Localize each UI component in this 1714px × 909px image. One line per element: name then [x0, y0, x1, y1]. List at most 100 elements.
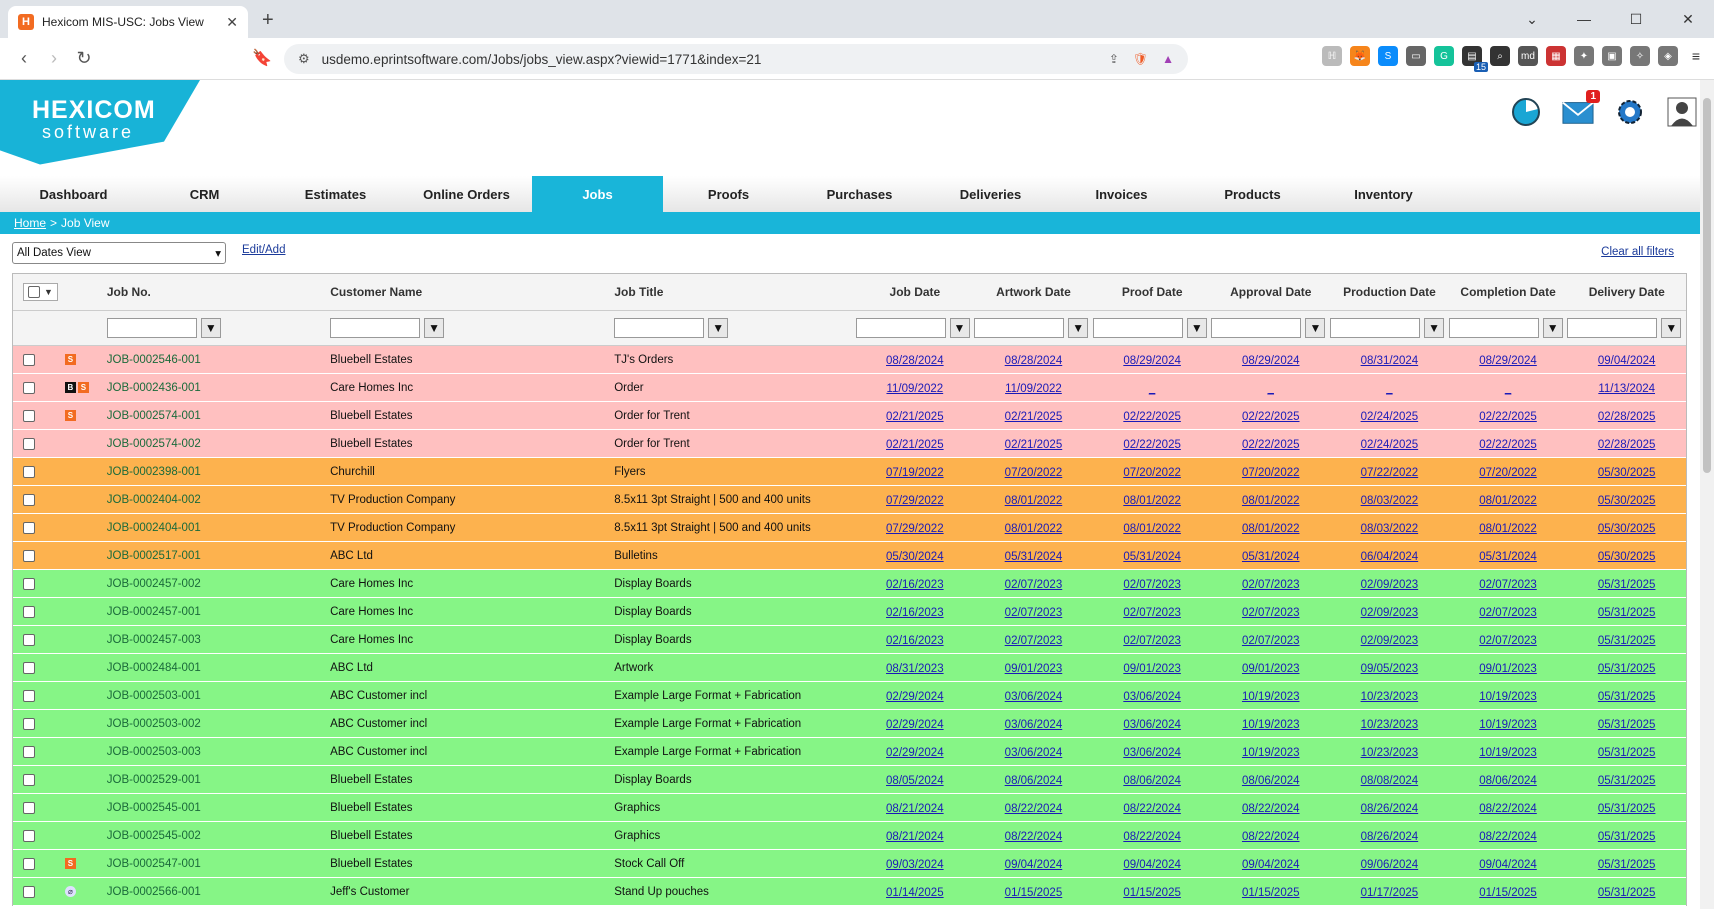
extension-badge-icon[interactable]: ▤ 15	[1462, 46, 1488, 72]
b-icon[interactable]: B	[64, 382, 76, 393]
hexicom-logo[interactable]: HEXICOM software	[0, 80, 200, 165]
job-no-cell[interactable]: JOB-0002484-001	[107, 662, 330, 674]
production-date-link[interactable]: 09/05/2023	[1361, 663, 1419, 675]
mail-icon[interactable]: 1	[1562, 90, 1600, 128]
row-checkbox[interactable]	[23, 605, 35, 618]
forward-icon[interactable]: ›	[40, 48, 68, 69]
filter-input[interactable]	[974, 318, 1065, 338]
proof-date-link[interactable]: 02/22/2025	[1123, 411, 1181, 423]
job-date-link[interactable]: 09/03/2024	[886, 859, 944, 871]
proof-date-link[interactable]: 02/07/2023	[1123, 635, 1181, 647]
production-date-link[interactable]: 10/23/2023	[1361, 747, 1419, 759]
nav-invoices[interactable]: Invoices	[1056, 176, 1187, 212]
completion-date-link[interactable]: 02/22/2025	[1479, 411, 1537, 423]
search-ext-icon[interactable]: ⌕	[1490, 46, 1510, 66]
job-no-cell[interactable]: JOB-0002457-001	[107, 606, 330, 618]
proof-date-link[interactable]: 03/06/2024	[1123, 719, 1181, 731]
artwork-date-link[interactable]: 09/04/2024	[1005, 859, 1063, 871]
ai-icon[interactable]: ✧	[1630, 46, 1650, 66]
completion-date-link[interactable]: 10/19/2023	[1479, 747, 1537, 759]
nav-online-orders[interactable]: Online Orders	[401, 176, 532, 212]
completion-date-link[interactable]: 02/07/2023	[1479, 635, 1537, 647]
proof-date-link[interactable]: 05/31/2024	[1123, 551, 1181, 563]
approval-date-link[interactable]: 01/15/2025	[1242, 887, 1300, 899]
header-production-date[interactable]: Production Date	[1330, 285, 1449, 299]
approval-date-link[interactable]: 02/22/2025	[1242, 439, 1300, 451]
table-row[interactable]: JOB-0002503-002 ABC Customer incl Exampl…	[13, 710, 1686, 738]
table-row[interactable]: JOB-0002404-002 TV Production Company 8.…	[13, 486, 1686, 514]
delivery-date-link[interactable]: 05/30/2025	[1598, 551, 1656, 563]
extension-1-icon[interactable]: ℍ	[1322, 46, 1342, 66]
reload-icon[interactable]: ↻	[70, 48, 98, 69]
filter-icon[interactable]: ▼	[1305, 318, 1326, 338]
row-checkbox[interactable]	[23, 773, 35, 786]
approval-date-link[interactable]: 02/07/2023	[1242, 579, 1300, 591]
completion-date-link[interactable]: 02/22/2025	[1479, 439, 1537, 451]
filter-input[interactable]	[614, 318, 705, 338]
extension-4-icon[interactable]: ▭	[1406, 46, 1426, 66]
nav-deliveries[interactable]: Deliveries	[925, 176, 1056, 212]
artwork-date-link[interactable]: 08/01/2022	[1005, 495, 1063, 507]
job-date-link[interactable]: 02/21/2025	[886, 439, 944, 451]
completion-date-link[interactable]: 08/01/2022	[1479, 495, 1537, 507]
table-row[interactable]: JOB-0002503-001 ABC Customer incl Exampl…	[13, 682, 1686, 710]
proof-date-link[interactable]: _	[1149, 383, 1155, 395]
stock-icon[interactable]: S	[64, 354, 76, 365]
filter-input[interactable]	[1092, 318, 1183, 338]
header-job-no[interactable]: Job No.	[107, 285, 330, 299]
delivery-date-link[interactable]: 02/28/2025	[1598, 411, 1656, 423]
artwork-date-link[interactable]: 11/09/2022	[1005, 383, 1062, 395]
puzzle-icon[interactable]: ✦	[1574, 46, 1594, 66]
proof-date-link[interactable]: 09/04/2024	[1123, 859, 1181, 871]
attachment-icon[interactable]: ⌀	[64, 886, 76, 897]
clear-filters-link[interactable]: Clear all filters	[1601, 246, 1674, 258]
table-row[interactable]: JOB-0002545-002 Bluebell Estates Graphic…	[13, 822, 1686, 850]
approval-date-link[interactable]: 08/22/2024	[1242, 803, 1300, 815]
header-delivery-date[interactable]: Delivery Date	[1567, 285, 1686, 299]
shazam-icon[interactable]: S	[1378, 46, 1398, 66]
header-artwork-date[interactable]: Artwork Date	[974, 285, 1093, 299]
artwork-date-link[interactable]: 08/06/2024	[1005, 775, 1063, 787]
artwork-date-link[interactable]: 03/06/2024	[1005, 719, 1063, 731]
table-row[interactable]: JOB-0002404-001 TV Production Company 8.…	[13, 514, 1686, 542]
job-date-link[interactable]: 02/29/2024	[886, 719, 944, 731]
artwork-date-link[interactable]: 08/22/2024	[1005, 831, 1063, 843]
approval-date-link[interactable]: 08/29/2024	[1242, 355, 1300, 367]
job-no-cell[interactable]: JOB-0002545-001	[107, 802, 330, 814]
filter-input[interactable]	[1211, 318, 1302, 338]
row-checkbox[interactable]	[23, 633, 35, 646]
proof-date-link[interactable]: 02/07/2023	[1123, 579, 1181, 591]
header-customer[interactable]: Customer Name	[330, 285, 614, 299]
production-date-link[interactable]: 01/17/2025	[1361, 887, 1419, 899]
row-checkbox[interactable]	[23, 549, 35, 562]
table-row[interactable]: JOB-0002503-003 ABC Customer incl Exampl…	[13, 738, 1686, 766]
filter-icon[interactable]: ▼	[1542, 318, 1563, 338]
completion-date-link[interactable]: 10/19/2023	[1479, 719, 1537, 731]
md-icon[interactable]: md	[1518, 46, 1538, 66]
site-info-icon[interactable]: ⚙	[298, 51, 310, 67]
page-scrollbar[interactable]	[1700, 80, 1714, 909]
job-no-cell[interactable]: JOB-0002404-001	[107, 522, 330, 534]
filter-input[interactable]	[855, 318, 946, 338]
nav-crm[interactable]: CRM	[139, 176, 270, 212]
nav-estimates[interactable]: Estimates	[270, 176, 401, 212]
edit-add-link[interactable]: Edit/Add	[242, 244, 285, 256]
chart-icon[interactable]	[1510, 96, 1542, 128]
row-checkbox[interactable]	[23, 409, 35, 422]
artwork-date-link[interactable]: 02/07/2023	[1005, 579, 1063, 591]
proof-date-link[interactable]: 01/15/2025	[1123, 887, 1181, 899]
delivery-date-link[interactable]: 05/30/2025	[1598, 495, 1656, 507]
table-row[interactable]: ⌀ JOB-0002566-001 Jeff's Customer Stand …	[13, 878, 1686, 906]
proof-date-link[interactable]: 08/06/2024	[1123, 775, 1181, 787]
production-date-link[interactable]: 02/24/2025	[1361, 439, 1419, 451]
approval-date-link[interactable]: 02/07/2023	[1242, 635, 1300, 647]
row-checkbox[interactable]	[23, 577, 35, 590]
view-select[interactable]: All Dates View ▾	[12, 242, 226, 264]
table-row[interactable]: S JOB-0002547-001 Bluebell Estates Stock…	[13, 850, 1686, 878]
artwork-date-link[interactable]: 02/21/2025	[1005, 439, 1063, 451]
production-date-link[interactable]: 08/08/2024	[1361, 775, 1419, 787]
production-date-link[interactable]: 10/23/2023	[1361, 719, 1419, 731]
artwork-date-link[interactable]: 08/01/2022	[1005, 523, 1063, 535]
approval-date-link[interactable]: 10/19/2023	[1242, 719, 1300, 731]
artwork-date-link[interactable]: 02/07/2023	[1005, 607, 1063, 619]
